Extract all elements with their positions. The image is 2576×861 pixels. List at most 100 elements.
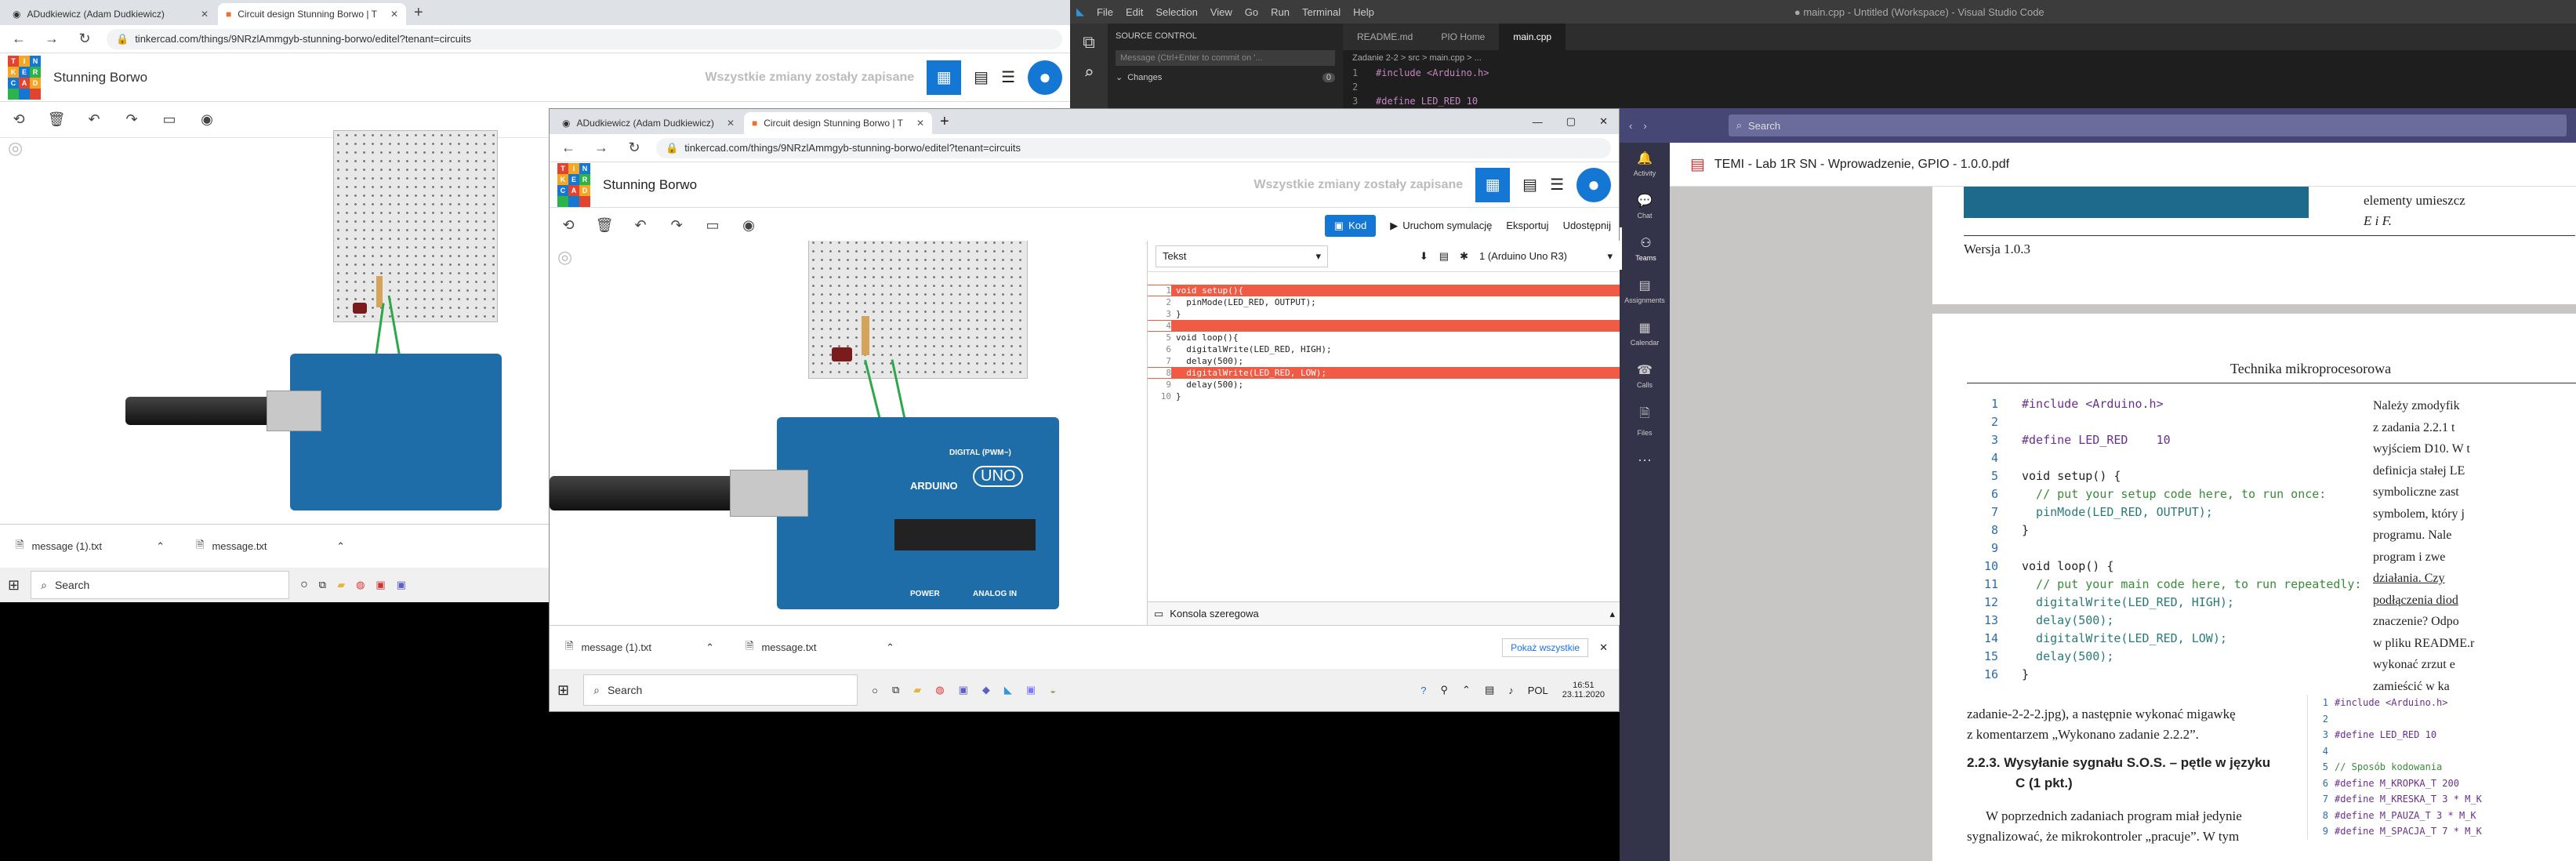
rail-chat[interactable]: 💬 Chat (1620, 185, 1670, 227)
close-icon[interactable]: ✕ (390, 9, 398, 20)
code-editor[interactable]: 1 void setup(){ 2 pinMode(LED_RED, OUTPUT… (1148, 272, 1620, 402)
mid-url-field[interactable]: 🔒 tinkercad.com/things/9NRzlAmmgyb-stunni… (656, 137, 1611, 158)
tab-readme[interactable]: README.md (1343, 31, 1427, 42)
delete-icon[interactable]: 🗑 (45, 111, 67, 128)
delete-icon[interactable]: 🗑 (593, 217, 615, 234)
redo-icon[interactable]: ↷ (121, 111, 143, 128)
forward-icon[interactable]: → (41, 31, 63, 47)
undo-icon[interactable]: ↶ (629, 217, 651, 234)
zoom-fit-icon[interactable]: ◎ (557, 247, 572, 267)
close-icon[interactable]: ✕ (1599, 641, 1608, 654)
menu-help[interactable]: Help (1353, 6, 1374, 18)
explorer-icon[interactable]: ▰ (913, 684, 921, 696)
left-url-field[interactable]: 🔒 tinkercad.com/things/9NRzlAmmgyb-stunni… (107, 28, 1062, 49)
project-title[interactable]: Stunning Borwo (53, 70, 147, 85)
visibility-icon[interactable]: ◉ (738, 217, 760, 234)
menu-go[interactable]: Go (1245, 6, 1258, 18)
teams-icon[interactable]: ▣ (959, 684, 968, 696)
device-select[interactable]: 1 (Arduino Uno R3) ▾ (1479, 250, 1613, 263)
tray-up-icon[interactable]: ⌃ (1462, 684, 1471, 696)
circuit-view-button[interactable]: ▦ (1475, 167, 1511, 202)
close-icon[interactable]: ✕ (916, 118, 924, 129)
rotate-icon[interactable]: ⟲ (8, 111, 30, 128)
menu-selection[interactable]: Selection (1156, 6, 1197, 18)
chrome-icon[interactable]: ◍ (935, 684, 944, 696)
chevron-up-icon[interactable]: ⌃ (336, 540, 345, 553)
app-icon[interactable]: ◒ (1050, 685, 1056, 696)
arduino-board[interactable]: ARDUINO UNO DIGITAL (PWM~) POWER ANALOG … (777, 417, 1059, 609)
window-close-icon[interactable]: ✕ (1588, 115, 1619, 128)
explorer-files-icon[interactable]: ⧉ (1070, 33, 1108, 53)
cortana-icon[interactable]: ○ (872, 685, 878, 696)
menu-edit[interactable]: Edit (1126, 6, 1143, 18)
windows-start-icon[interactable]: ⊞ (557, 682, 569, 699)
mid-canvas[interactable]: ◎ ARDUINO UNO DIGITAL (PWM~) POWER ANALO… (550, 241, 1145, 609)
mid-taskbar-search[interactable]: ⌕ Search (583, 674, 858, 706)
chevron-down-icon[interactable]: ⌄ (1116, 72, 1123, 82)
app-icon[interactable]: ◆ (982, 684, 990, 696)
rotate-icon[interactable]: ⟲ (557, 217, 579, 234)
reload-icon[interactable]: ↻ (74, 31, 96, 47)
rail-calls[interactable]: ☎ Calls (1620, 354, 1670, 397)
notes-icon[interactable]: ▭ (158, 111, 180, 128)
help-icon[interactable]: ? (1420, 685, 1426, 696)
tab-main-cpp[interactable]: main.cpp (1499, 24, 1566, 50)
share-button[interactable]: Udostępnij (1563, 220, 1611, 231)
chevron-up-icon[interactable]: ▴ (1609, 608, 1615, 620)
notes-icon[interactable]: ▭ (702, 217, 724, 234)
back-icon[interactable]: ‹ (1629, 120, 1632, 132)
show-all-button[interactable]: Pokaż wszystkie (1502, 638, 1589, 657)
menu-run[interactable]: Run (1271, 6, 1290, 18)
vscode-editor[interactable]: 1 #include <Arduino.h> 2 3 #define LED_RED… (1352, 66, 1489, 108)
table-view-icon[interactable]: ▤ (974, 67, 989, 87)
visibility-icon[interactable]: ◉ (196, 111, 218, 128)
redo-icon[interactable]: ↷ (666, 217, 688, 234)
menu-file[interactable]: File (1097, 6, 1113, 18)
download-item[interactable]: 🗎 message.txt ⌃ (180, 538, 361, 555)
zoom-fit-icon[interactable]: ◎ (8, 138, 23, 158)
arduino-board[interactable] (290, 354, 502, 510)
circuit-view-button[interactable]: ▦ (927, 60, 962, 95)
simulate-button[interactable]: ▶ Uruchom symulację (1390, 220, 1492, 232)
download-icon[interactable]: ⬇ (1420, 250, 1428, 263)
rail-activity[interactable]: 🔔 Activity (1620, 143, 1670, 185)
serial-console-bar[interactable]: ▭ Konsola szeregowa ▴ (1148, 601, 1621, 625)
cortana-icon[interactable]: ○ (300, 578, 308, 592)
download-item[interactable]: 🗎 message.txt ⌃ (730, 639, 910, 656)
volume-icon[interactable]: ♪ (1508, 685, 1514, 696)
teams-search[interactable]: ⌕ Search (1728, 114, 2567, 136)
new-tab-icon[interactable]: + (940, 113, 949, 131)
download-item[interactable]: 🗎 message (1).txt ⌃ (550, 639, 730, 656)
mid-tab-tinkercad[interactable]: ■ Circuit design Stunning Borwo | T ✕ (744, 112, 932, 134)
resistor-component[interactable] (862, 316, 869, 355)
left-taskbar-search[interactable]: ⌕ Search (31, 571, 290, 599)
chrome-icon[interactable]: ◍ (356, 579, 365, 591)
keyboard-language[interactable]: POL (1528, 685, 1548, 696)
app-icon[interactable]: ▣ (376, 579, 385, 591)
pdf-viewer[interactable]: elementy umieszcz E i F. Wersja 1.0.3 Te… (1670, 187, 2576, 861)
chevron-up-icon[interactable]: ⌃ (886, 641, 894, 654)
rail-teams[interactable]: ⚇ Teams (1620, 227, 1670, 270)
download-item[interactable]: 🗎 message (1).txt ⌃ (0, 538, 180, 555)
forward-icon[interactable]: › (1643, 120, 1646, 132)
clock[interactable]: 16:51 23.11.2020 (1562, 681, 1605, 699)
list-view-icon[interactable]: ☰ (1550, 175, 1564, 194)
search-icon[interactable]: ⌕ (1070, 64, 1108, 83)
maximize-icon[interactable]: ▢ (1555, 115, 1587, 128)
tab-pio-home[interactable]: PIO Home (1427, 31, 1499, 42)
chevron-up-icon[interactable]: ⌃ (706, 641, 714, 654)
task-view-icon[interactable]: ⧉ (892, 684, 899, 696)
library-icon[interactable]: ▤ (1439, 250, 1449, 263)
explorer-icon[interactable]: ▰ (337, 579, 345, 591)
forward-icon[interactable]: → (590, 140, 612, 156)
avatar[interactable]: ● (1028, 60, 1062, 95)
commit-message-input[interactable]: Message (Ctrl+Enter to commit on '... (1116, 50, 1335, 66)
export-button[interactable]: Eksportuj (1506, 220, 1548, 231)
rail-calendar[interactable]: ▦ Calendar (1620, 312, 1670, 354)
people-icon[interactable]: ⚲ (1441, 684, 1449, 696)
app-icon[interactable]: ▣ (1026, 684, 1036, 696)
breadboard[interactable] (333, 130, 498, 322)
chevron-up-icon[interactable]: ⌃ (156, 540, 165, 553)
menu-terminal[interactable]: Terminal (1302, 6, 1341, 18)
project-title[interactable]: Stunning Borwo (603, 177, 697, 193)
